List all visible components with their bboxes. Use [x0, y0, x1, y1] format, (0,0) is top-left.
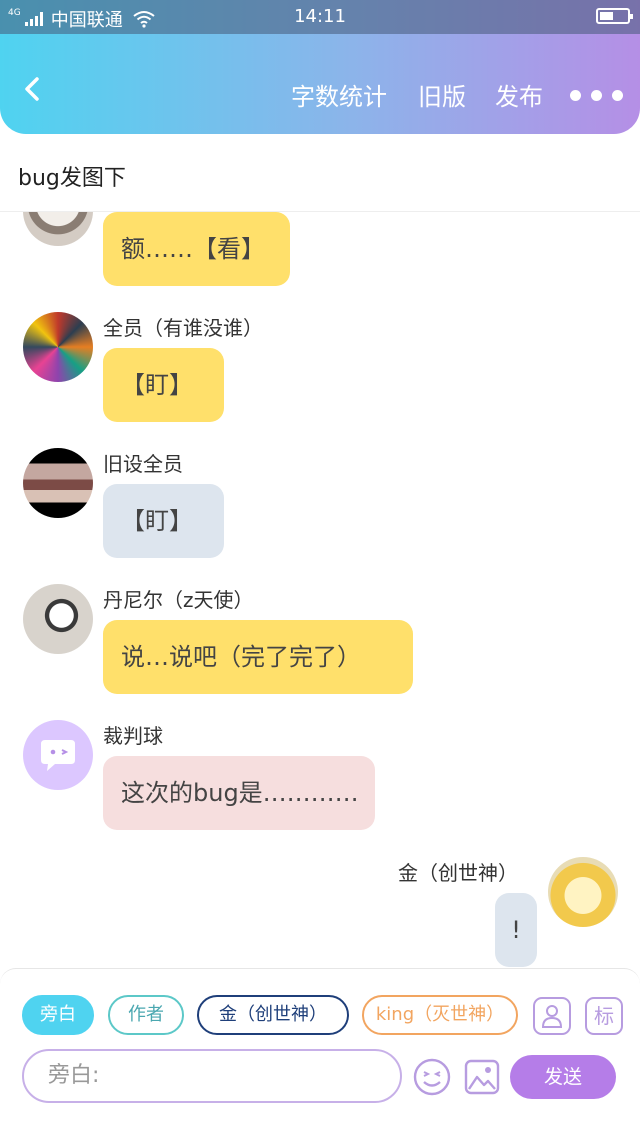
sender-name: 全员（有谁没谁） — [103, 316, 263, 340]
message-input[interactable]: 旁白: — [22, 1049, 402, 1103]
role-chip-king[interactable]: king（灭世神） — [362, 995, 518, 1035]
message-bubble[interactable]: 【盯】 — [103, 484, 224, 558]
page-title[interactable]: bug发图下 — [18, 160, 126, 192]
message-bubble[interactable]: 这次的bug是………… — [103, 756, 375, 830]
emoji-icon[interactable] — [412, 1057, 452, 1097]
message-bubble[interactable]: 额……【看】 — [103, 212, 290, 286]
avatar[interactable] — [23, 212, 93, 246]
sender-name: 丹尼尔（z天使） — [103, 588, 254, 612]
sender-name: 金（创世神） — [398, 861, 518, 885]
sender-name: 裁判球 — [103, 724, 163, 748]
role-chip-jin[interactable]: 金（创世神） — [197, 995, 349, 1035]
avatar[interactable] — [23, 584, 93, 654]
character-manage-button[interactable] — [533, 997, 571, 1035]
avatar[interactable] — [23, 720, 93, 790]
publish-button[interactable]: 发布 — [495, 82, 543, 112]
chat-area[interactable]: 额……【看】 全员（有谁没谁） 【盯】 旧设全员 【盯】 丹尼尔（z天使） 说…… — [0, 212, 640, 968]
old-version-button[interactable]: 旧版 — [418, 82, 466, 112]
send-button[interactable]: 发送 — [510, 1055, 616, 1099]
message-bubble[interactable]: 说…说吧（完了完了） — [103, 620, 413, 694]
avatar[interactable] — [23, 448, 93, 518]
message-bubble[interactable]: 【盯】 — [103, 348, 224, 422]
top-bar: 4G 中国联通 14:11 字数统计 旧版 发布 — [0, 0, 640, 134]
status-bar: 4G 中国联通 14:11 — [0, 0, 640, 34]
role-chip-narrator[interactable]: 旁白 — [22, 995, 94, 1035]
composer-panel: 旁白 作者 金（创世神） king（灭世神） 标 旁白: 发送 — [0, 968, 640, 1138]
message-bubble[interactable]: ! — [495, 893, 537, 967]
tag-button[interactable]: 标 — [585, 997, 623, 1035]
more-options-button[interactable] — [570, 90, 623, 101]
role-chip-author[interactable]: 作者 — [108, 995, 184, 1035]
person-icon — [541, 1005, 563, 1028]
battery-icon — [596, 8, 633, 24]
nav-bar: 字数统计 旧版 发布 — [0, 34, 640, 134]
status-time: 14:11 — [294, 6, 346, 27]
image-icon[interactable] — [464, 1059, 500, 1095]
sender-name: 旧设全员 — [103, 452, 183, 476]
word-count-button[interactable]: 字数统计 — [291, 82, 387, 112]
title-row: bug发图下 — [0, 134, 640, 212]
avatar[interactable] — [548, 857, 618, 927]
back-button[interactable] — [18, 74, 48, 104]
avatar[interactable] — [23, 312, 93, 382]
chat-bubble-icon — [41, 740, 75, 771]
